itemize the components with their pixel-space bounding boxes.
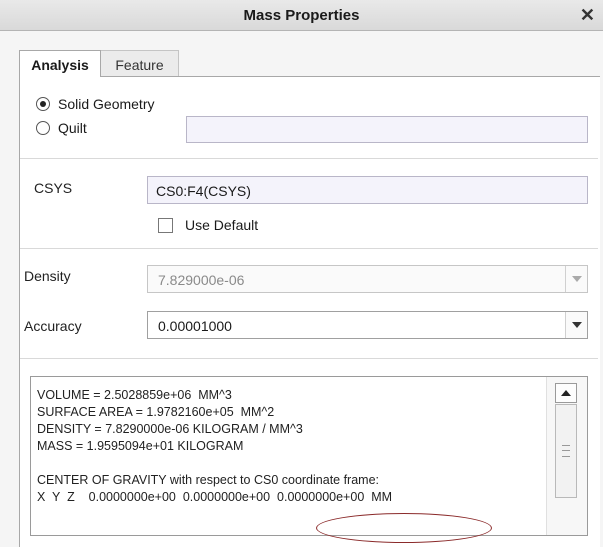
divider xyxy=(20,358,598,359)
density-select[interactable]: 7.829000e-06 xyxy=(147,265,588,293)
radio-solid-geometry[interactable] xyxy=(36,97,50,111)
result-line-surface-area: SURFACE AREA = 1.9782160e+05 MM^2 xyxy=(37,405,275,419)
solid-geometry-option[interactable]: Solid Geometry xyxy=(36,94,154,114)
tab-analysis[interactable]: Analysis xyxy=(19,50,101,77)
scroll-up-icon[interactable] xyxy=(555,383,577,403)
accuracy-label: Accuracy xyxy=(24,318,82,334)
density-label: Density xyxy=(24,268,71,284)
result-line-mass: MASS = 1.9595094e+01 KILOGRAM xyxy=(37,439,244,453)
results-scrollbar[interactable] xyxy=(546,377,587,535)
title-bar: Mass Properties ✕ xyxy=(0,0,603,31)
close-icon[interactable]: ✕ xyxy=(580,5,595,26)
result-line-blank xyxy=(37,455,392,472)
csys-field[interactable]: CS0:F4(CSYS) xyxy=(147,176,588,204)
annotation-ellipse xyxy=(316,513,492,543)
result-line-volume: VOLUME = 2.5028859e+06 MM^3 xyxy=(37,388,232,402)
radio-quilt[interactable] xyxy=(36,121,50,135)
tab-feature[interactable]: Feature xyxy=(101,50,179,77)
result-line-density: DENSITY = 7.8290000e-06 KILOGRAM / MM^3 xyxy=(37,422,303,436)
result-line-cog-values: X Y Z 0.0000000e+00 0.0000000e+00 0.0000… xyxy=(37,490,393,504)
use-default-label: Use Default xyxy=(185,217,259,233)
quilt-label: Quilt xyxy=(58,120,87,136)
use-default-checkbox[interactable] xyxy=(158,217,173,233)
result-line-cog-header: CENTER OF GRAVITY with respect to CS0 co… xyxy=(37,473,380,487)
solid-geometry-label: Solid Geometry xyxy=(58,96,155,112)
quilt-option[interactable]: Quilt xyxy=(36,118,87,138)
quilt-input[interactable] xyxy=(186,116,588,143)
use-default-option[interactable]: Use Default xyxy=(158,217,258,233)
results-text: VOLUME = 2.5028859e+06 MM^3 SURFACE AREA … xyxy=(37,387,392,506)
results-textarea[interactable]: VOLUME = 2.5028859e+06 MM^3 SURFACE AREA … xyxy=(30,376,588,536)
chevron-down-icon[interactable] xyxy=(565,266,587,292)
scrollbar-thumb[interactable] xyxy=(555,404,577,498)
divider xyxy=(20,158,598,159)
accuracy-select[interactable]: 0.00001000 xyxy=(147,311,588,339)
divider xyxy=(20,248,598,249)
window-title: Mass Properties xyxy=(243,7,360,24)
accuracy-value: 0.00001000 xyxy=(158,318,232,334)
csys-label: CSYS xyxy=(34,180,73,196)
density-value: 7.829000e-06 xyxy=(158,272,245,288)
chevron-down-icon[interactable] xyxy=(565,312,587,338)
